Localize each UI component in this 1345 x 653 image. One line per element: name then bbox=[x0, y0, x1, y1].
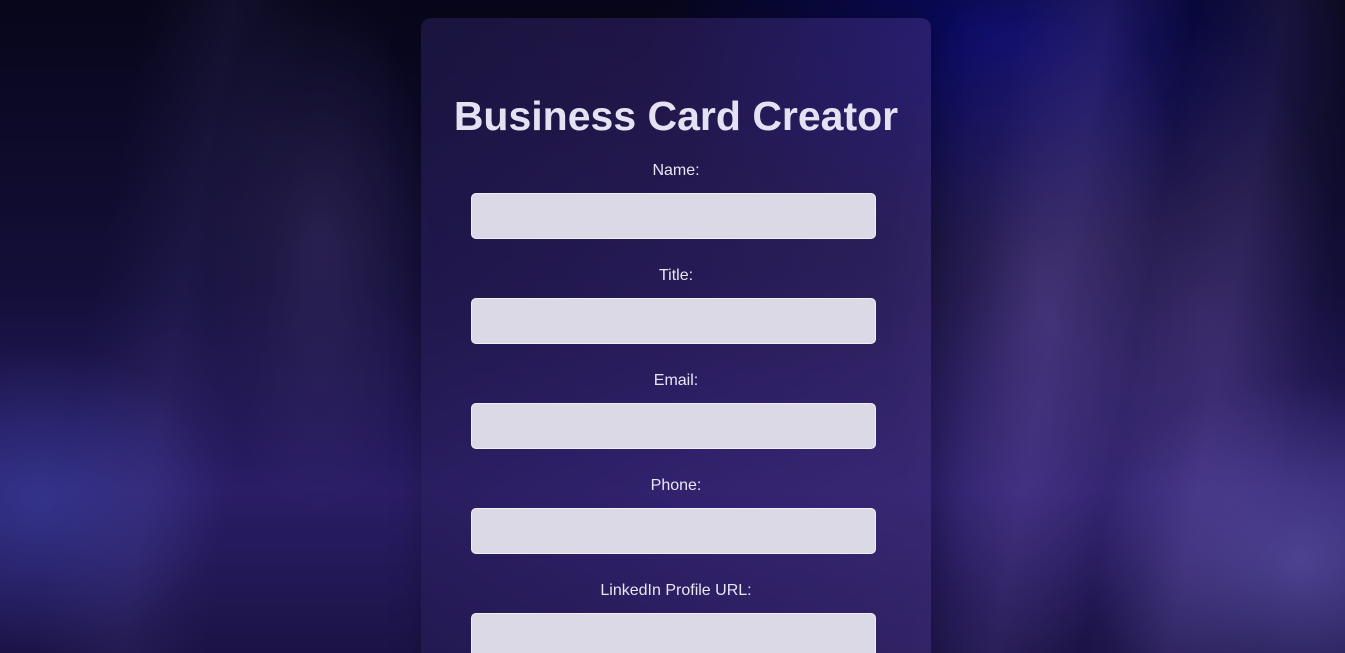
name-label: Name: bbox=[652, 162, 700, 179]
page-title: Business Card Creator bbox=[453, 93, 899, 139]
phone-label: Phone: bbox=[650, 477, 702, 494]
linkedin-label: LinkedIn Profile URL: bbox=[600, 582, 752, 599]
email-input[interactable] bbox=[471, 403, 876, 449]
phone-input[interactable] bbox=[471, 508, 876, 554]
form-card: Business Card Creator Name: Title: Email… bbox=[421, 18, 931, 653]
name-input[interactable] bbox=[471, 193, 876, 239]
email-label: Email: bbox=[653, 372, 699, 389]
linkedin-url-input[interactable] bbox=[471, 613, 876, 653]
title-input[interactable] bbox=[471, 298, 876, 344]
title-label: Title: bbox=[658, 267, 694, 284]
